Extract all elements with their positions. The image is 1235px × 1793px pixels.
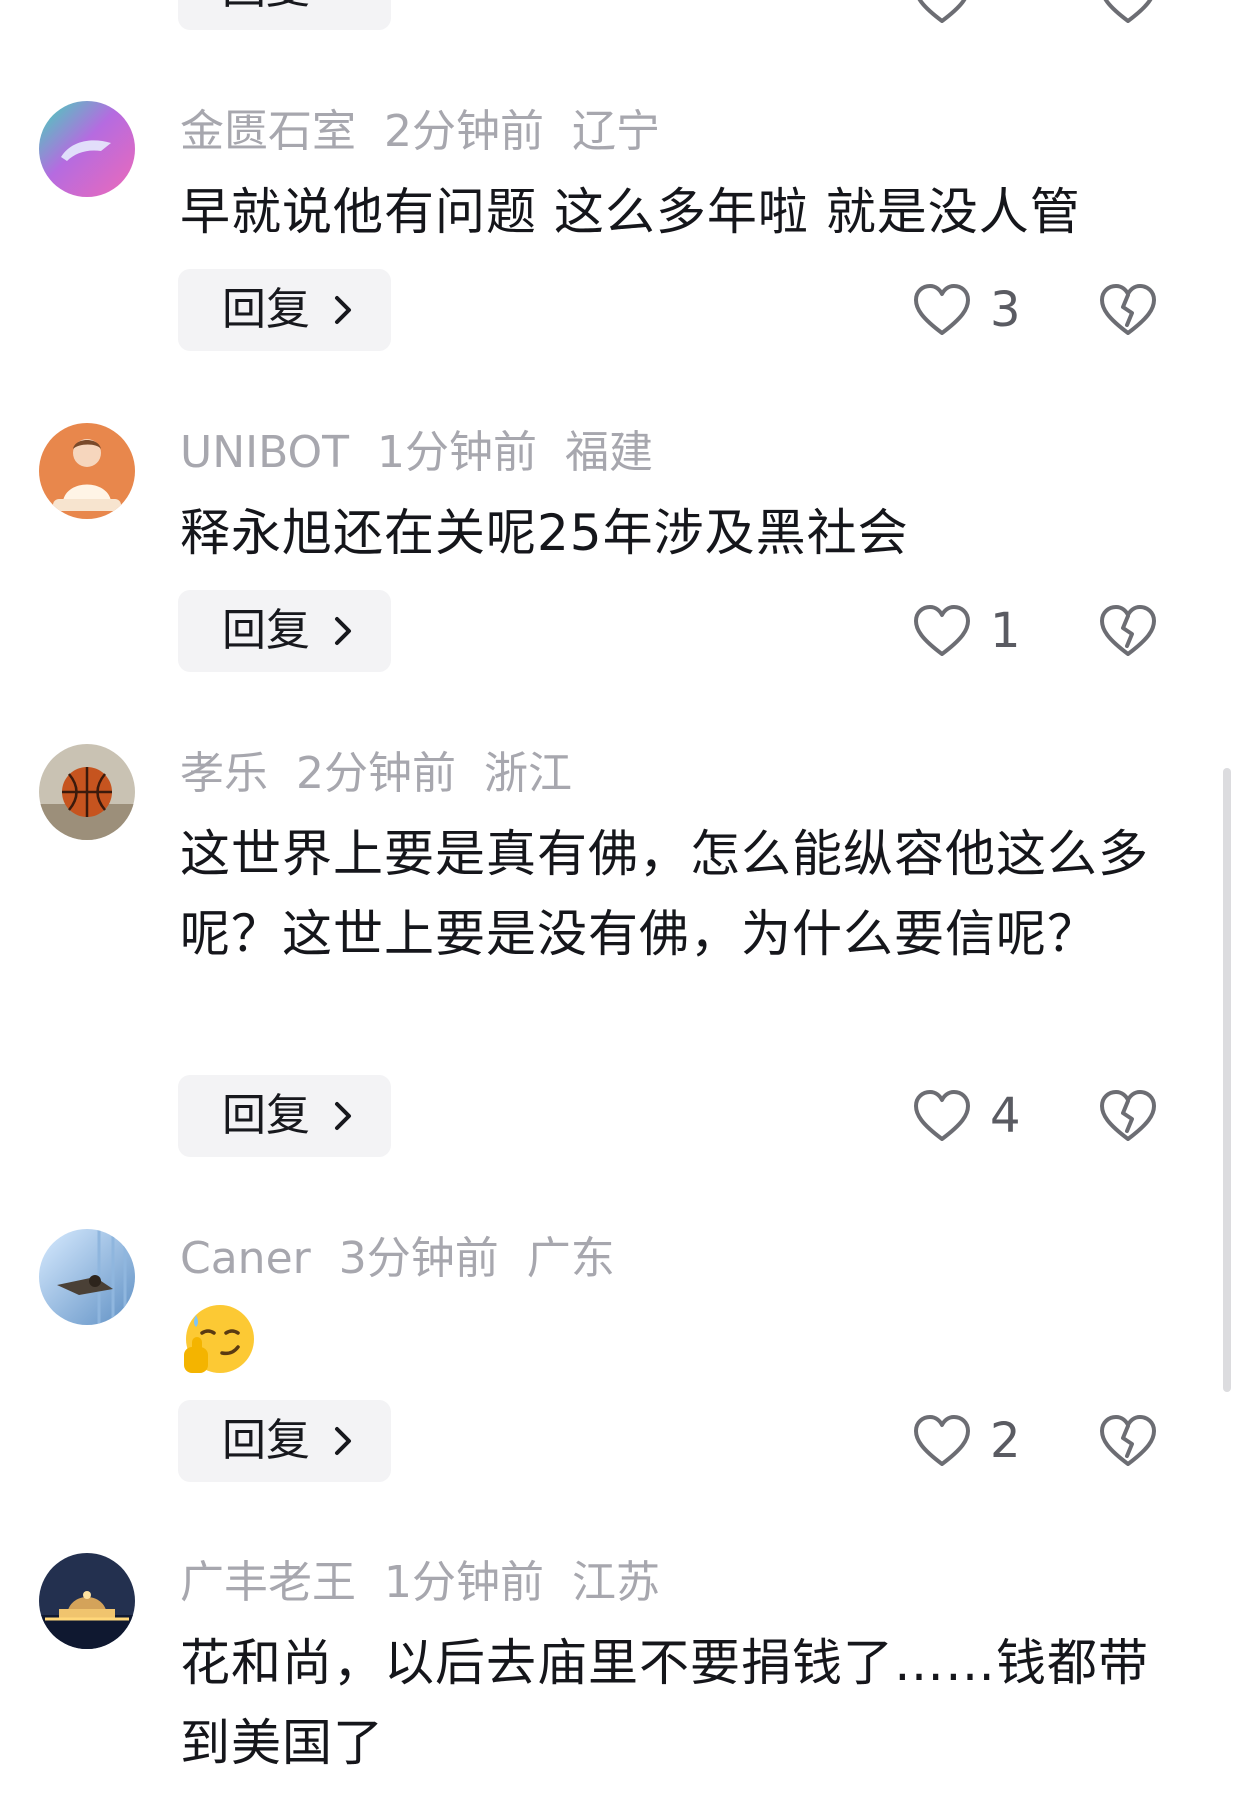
- comment-meta: 孝乐 2分钟前 浙江: [180, 746, 600, 802]
- user-avatar[interactable]: [39, 423, 135, 519]
- location: 江苏: [572, 1557, 660, 1608]
- location: 福建: [565, 427, 654, 478]
- comment-text: 释永旭还在关呢25年涉及黑社会: [180, 504, 909, 562]
- user-avatar[interactable]: [39, 1553, 135, 1649]
- location: 辽宁: [572, 106, 660, 157]
- username[interactable]: 金匮石室: [180, 106, 356, 157]
- timestamp: 2分钟前: [296, 748, 456, 799]
- username[interactable]: 广丰老王: [180, 1557, 356, 1608]
- reply-button[interactable]: 回复: [178, 1400, 391, 1482]
- comment-text: 花和尚，以后去庙里不要捐钱了……钱都带到美国了: [180, 1634, 1149, 1772]
- like-heart-icon[interactable]: [912, 1413, 972, 1469]
- comment-meta: 广丰老王 1分钟前 江苏: [180, 1555, 688, 1611]
- username[interactable]: Caner: [180, 1233, 311, 1284]
- like-count: 2: [990, 1413, 1021, 1469]
- dislike-broken-heart-icon[interactable]: [1098, 1088, 1158, 1144]
- dislike-broken-heart-icon[interactable]: [1098, 0, 1158, 26]
- reply-label: 回复: [222, 284, 310, 335]
- timestamp: 1分钟前: [384, 1557, 544, 1608]
- chevron-right-icon: [335, 617, 351, 645]
- user-avatar[interactable]: [39, 1229, 135, 1325]
- like-count: 1: [990, 603, 1021, 659]
- chevron-right-icon: [335, 296, 351, 324]
- like-heart-icon[interactable]: [912, 282, 972, 338]
- like-count: 3: [990, 282, 1021, 338]
- chevron-right-icon: [335, 1102, 351, 1130]
- timestamp: 3分钟前: [338, 1233, 499, 1284]
- like-count: 4: [990, 1088, 1021, 1144]
- comment-text: 早就说他有问题 这么多年啦 就是没人管: [180, 183, 1081, 241]
- chevron-right-icon: [335, 1427, 351, 1455]
- comment-meta: UNIBOT 1分钟前 福建: [180, 425, 681, 481]
- reply-label: 回复: [222, 0, 310, 30]
- reply-label: 回复: [222, 1415, 310, 1466]
- user-avatar[interactable]: [39, 744, 135, 840]
- scrollbar[interactable]: [1223, 768, 1231, 1392]
- reply-button[interactable]: 回复: [178, 269, 391, 351]
- dislike-broken-heart-icon[interactable]: [1098, 603, 1158, 659]
- like-heart-icon[interactable]: [912, 0, 972, 26]
- comment-text: 这世界上要是真有佛，怎么能纵容他这么多呢？这世上要是没有佛，为什么要信呢？: [180, 825, 1149, 963]
- user-avatar[interactable]: [39, 101, 135, 197]
- reply-label: 回复: [222, 605, 310, 656]
- location: 浙江: [484, 748, 572, 799]
- timestamp: 1分钟前: [377, 427, 538, 478]
- reply-button[interactable]: 回复: [178, 590, 391, 672]
- reply-button[interactable]: 回复: [178, 1075, 391, 1157]
- dislike-broken-heart-icon[interactable]: [1098, 282, 1158, 338]
- reply-label: 回复: [222, 1090, 310, 1141]
- timestamp: 2分钟前: [384, 106, 544, 157]
- like-heart-icon[interactable]: [912, 603, 972, 659]
- location: 广东: [526, 1233, 615, 1284]
- like-heart-icon[interactable]: [912, 1088, 972, 1144]
- comment-meta: Caner 3分钟前 广东: [180, 1231, 643, 1287]
- comment-meta: 金匮石室 2分钟前 辽宁: [180, 104, 688, 160]
- dislike-broken-heart-icon[interactable]: [1098, 1413, 1158, 1469]
- username[interactable]: UNIBOT: [180, 427, 349, 478]
- username[interactable]: 孝乐: [180, 748, 268, 799]
- reply-button[interactable]: 回复: [178, 0, 391, 30]
- smirk-thumbs-up-emoji-icon: [184, 1305, 254, 1373]
